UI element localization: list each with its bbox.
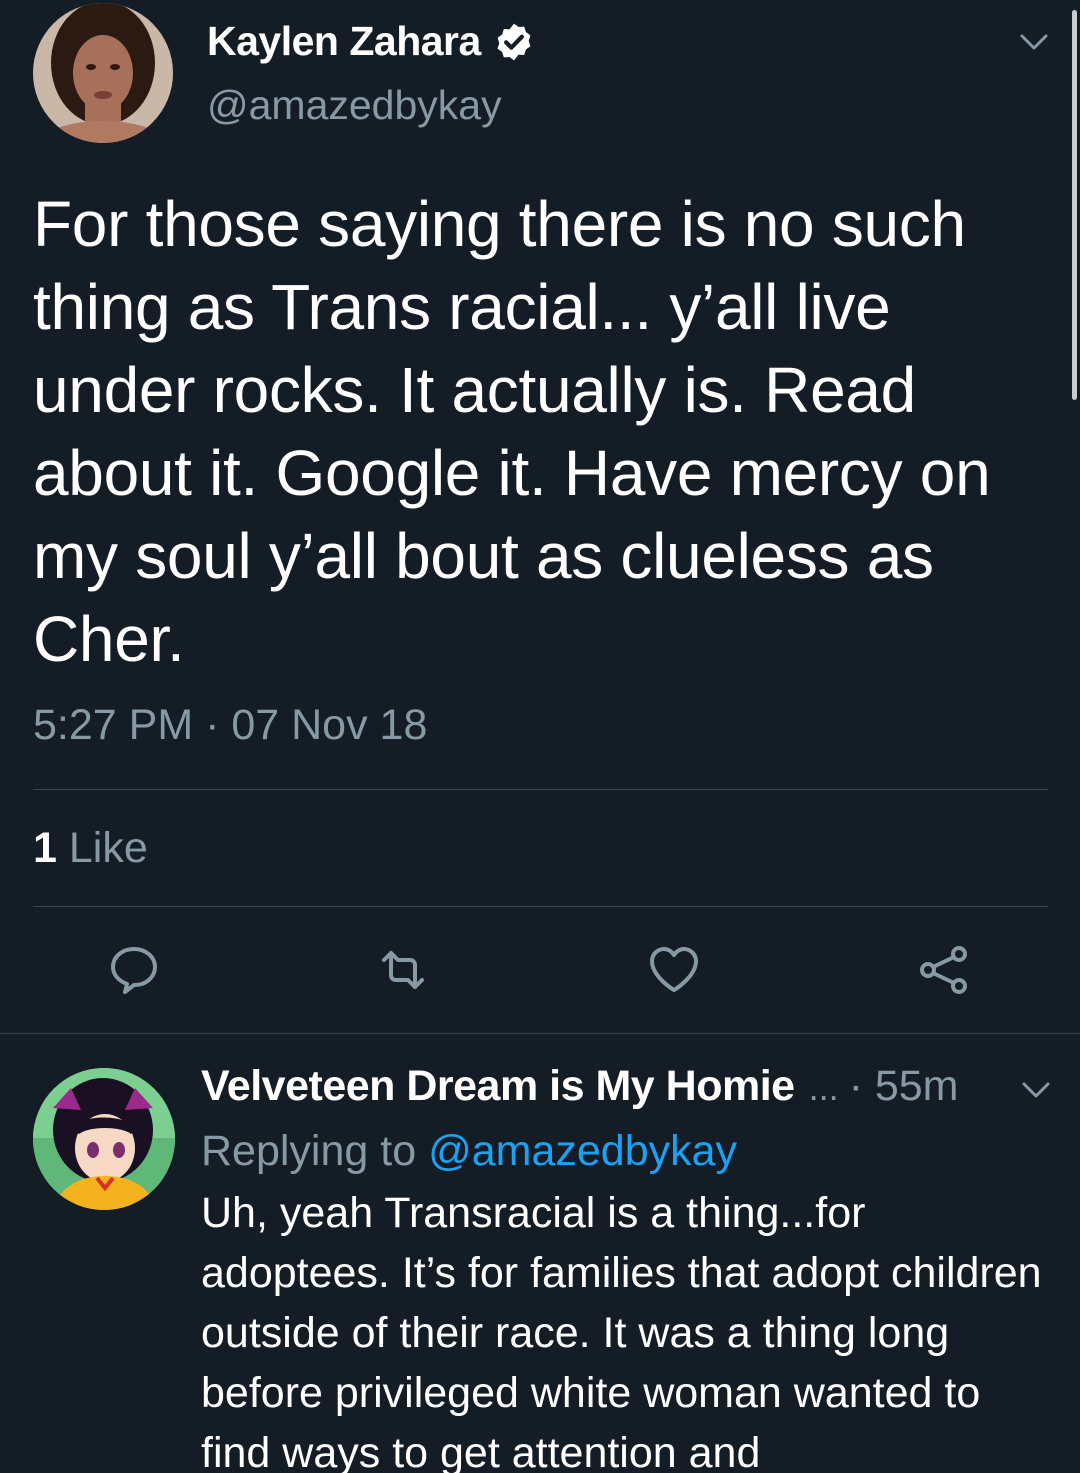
author-avatar[interactable]: [33, 3, 173, 143]
reply-text: Uh, yeah Transracial is a thing...for ad…: [201, 1189, 1042, 1473]
reply-author-name: Velveteen Dream is My Homie: [201, 1062, 795, 1110]
reply-author-avatar[interactable]: [33, 1068, 175, 1210]
share-icon[interactable]: [914, 940, 974, 1000]
reply-timestamp: · 55m: [848, 1062, 959, 1110]
divider: [33, 906, 1048, 907]
author-name[interactable]: Kaylen Zahara: [207, 18, 535, 65]
tweet-action-bar: [0, 940, 1080, 1004]
reply-header[interactable]: Velveteen Dream is My Homie ... · 55m: [201, 1062, 959, 1111]
likes-count-link[interactable]: 1 Like: [33, 824, 148, 873]
replying-to: Replying to @amazedbykay: [201, 1127, 737, 1176]
retweet-icon[interactable]: [373, 940, 433, 1000]
verified-badge-icon: [497, 23, 531, 60]
reply-author-ellipsis: ...: [808, 1067, 839, 1108]
author-handle[interactable]: @amazedbykay: [207, 82, 502, 129]
replying-to-label: Replying to: [201, 1127, 417, 1175]
main-tweet: Kaylen Zahara @amazedbykay For those say…: [0, 0, 1080, 1033]
author-name-text: Kaylen Zahara: [207, 18, 481, 64]
anime-avatar-icon: [33, 1068, 175, 1210]
reply-icon[interactable]: [104, 940, 164, 1000]
divider: [33, 789, 1048, 790]
likes-count: 1: [33, 824, 57, 872]
chevron-down-icon[interactable]: [1018, 32, 1050, 52]
profile-photo-icon: [33, 3, 173, 143]
replying-to-handle[interactable]: @amazedbykay: [428, 1127, 737, 1175]
tweet-timestamp: 5:27 PM · 07 Nov 18: [33, 701, 428, 749]
chevron-down-icon[interactable]: [1020, 1080, 1052, 1100]
heart-icon[interactable]: [644, 940, 704, 1000]
tweet-text: For those saying there is no such thing …: [33, 188, 991, 675]
likes-label: Like: [68, 824, 148, 872]
section-divider: [0, 1033, 1080, 1034]
tweet-detail-page: Kaylen Zahara @amazedbykay For those say…: [0, 0, 1080, 1473]
